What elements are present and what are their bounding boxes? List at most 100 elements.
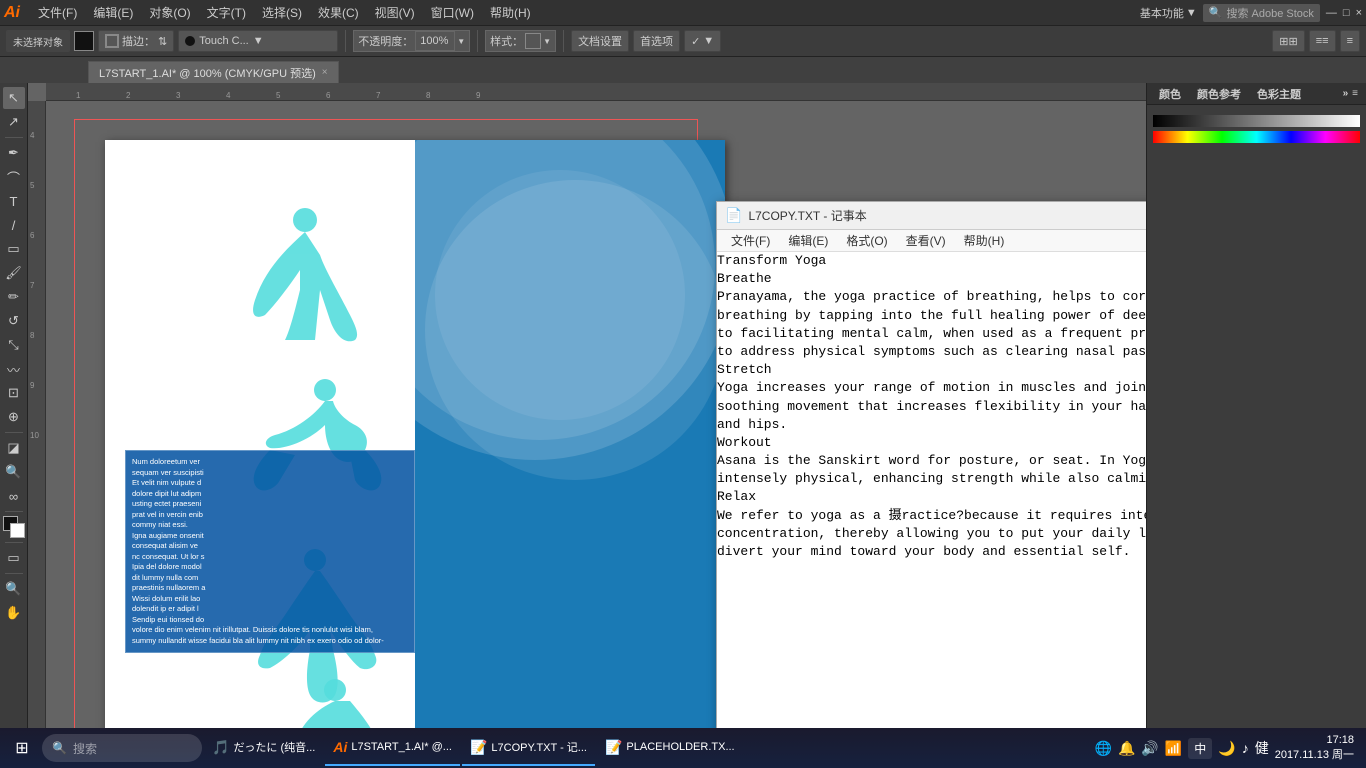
hue-gradient-bar[interactable]	[1153, 131, 1360, 143]
opacity-input[interactable]	[415, 31, 455, 51]
taskbar-music-app[interactable]: 🎵 だったに (纯音...	[204, 730, 323, 766]
warp-tool[interactable]: 〰	[3, 358, 25, 380]
active-document-tab[interactable]: L7START_1.AI* @ 100% (CMYK/GPU 预选) ×	[88, 61, 339, 83]
line-tool[interactable]: /	[3, 214, 25, 236]
scale-tool[interactable]: ⤡	[3, 334, 25, 356]
ruler-tick: 2	[126, 91, 130, 100]
eyedropper-tool[interactable]: 🔍	[3, 461, 25, 483]
background-color[interactable]	[10, 523, 25, 538]
main-area: ↖ ↗ ✒ ⌒ T / ▭ 🖌 ✏ ↺ ⤡ 〰 ⊡ ⊕ ◪ 🔍 ∞ ▭ 🔍 ✋ …	[0, 83, 1366, 742]
pencil-tool[interactable]: ✏	[3, 286, 25, 308]
color-gradient-bar[interactable]	[1153, 115, 1360, 127]
menu-view[interactable]: 视图(V)	[367, 2, 423, 23]
paintbrush-tool[interactable]: 🖌	[3, 262, 25, 284]
taskbar-search[interactable]: 🔍 搜索	[42, 734, 202, 762]
notepad-content-wrapper	[717, 252, 1146, 740]
direct-selection-tool[interactable]: ↗	[3, 111, 25, 133]
restore-icon[interactable]: □	[1343, 7, 1350, 19]
color-panel-tab[interactable]: 颜色	[1155, 86, 1185, 102]
align-button[interactable]: ≡≡	[1309, 30, 1336, 52]
placeholder-app-label: PLACEHOLDER.TX...	[626, 741, 734, 753]
color-swatch-box[interactable]	[3, 516, 25, 538]
workspace-selector[interactable]: 基本功能 ▼	[1140, 5, 1197, 21]
stroke-tool[interactable]: 描边： ⇅	[98, 30, 174, 52]
zoom-tool[interactable]: 🔍	[3, 578, 25, 600]
tab-close-button[interactable]: ×	[322, 67, 328, 78]
panel-menu-icon[interactable]: ≡	[1352, 88, 1358, 99]
menu-file[interactable]: 文件(F)	[30, 2, 85, 23]
taskbar-notepad-app[interactable]: 📝 L7COPY.TXT - 记...	[462, 730, 595, 766]
artboard-left-panel: Num doloreetum ver sequam ver suscipisti…	[105, 140, 415, 742]
notepad-menu-help[interactable]: 帮助(H)	[956, 230, 1013, 251]
taskbar-illustrator-app[interactable]: Ai L7START_1.AI* @...	[325, 730, 460, 766]
opacity-control[interactable]: 不透明度： ▼	[353, 30, 470, 52]
color-guide-panel-tab[interactable]: 颜色参考	[1193, 86, 1245, 102]
stroke-label: 描边：	[122, 33, 155, 49]
panel-expand-icon[interactable]: »	[1343, 88, 1349, 99]
menu-window[interactable]: 窗口(W)	[423, 2, 482, 23]
hand-tool[interactable]: ✋	[3, 602, 25, 624]
ime-moon-icon[interactable]: 🌙	[1218, 740, 1235, 757]
color-panel-body	[1147, 105, 1366, 185]
color-themes-panel-tab[interactable]: 色彩主题	[1253, 86, 1305, 102]
close-icon[interactable]: ×	[1356, 7, 1362, 19]
artboard[interactable]: Num doloreetum ver sequam ver suscipisti…	[105, 140, 725, 742]
search-stock-bar[interactable]: 🔍 搜索 Adobe Stock	[1203, 4, 1320, 22]
notification-icon[interactable]: 🔔	[1118, 740, 1135, 757]
fill-swatch[interactable]	[74, 31, 94, 51]
notepad-menu-view[interactable]: 查看(V)	[898, 230, 954, 251]
notepad-app-label: L7COPY.TXT - 记...	[491, 739, 587, 755]
rotate-tool[interactable]: ↺	[3, 310, 25, 332]
menu-edit[interactable]: 编辑(E)	[85, 2, 141, 23]
blend-tool[interactable]: ∞	[3, 485, 25, 507]
selection-tool[interactable]: ↖	[3, 87, 25, 109]
free-transform-tool[interactable]: ⊡	[3, 382, 25, 404]
wifi-icon[interactable]: 📶	[1165, 740, 1182, 757]
style-arrow: ▼	[543, 37, 551, 46]
taskbar-clock[interactable]: 17:18 2017.11.13 周一	[1275, 733, 1354, 764]
search-icon: 🔍	[52, 741, 67, 755]
grid-view-button[interactable]: ⊞⊞	[1272, 30, 1304, 52]
stroke-width-input[interactable]: Touch C... ▼	[178, 30, 338, 52]
menu-select[interactable]: 选择(S)	[254, 2, 310, 23]
menu-help[interactable]: 帮助(H)	[482, 2, 539, 23]
extra-options-button[interactable]: ✓ ▼	[684, 30, 721, 52]
workspace-dropdown-icon: ▼	[1186, 7, 1197, 19]
more-button[interactable]: ≡	[1340, 30, 1360, 52]
minimize-icon[interactable]: —	[1326, 7, 1337, 19]
doc-settings-button[interactable]: 文档设置	[571, 30, 629, 52]
app-logo: Ai	[4, 4, 20, 22]
pen-tool[interactable]: ✒	[3, 142, 25, 164]
ime-music-icon[interactable]: ♪	[1242, 740, 1249, 756]
deco-circle-1	[415, 140, 715, 440]
volume-icon[interactable]: 🔊	[1141, 740, 1158, 757]
music-app-icon: 🎵	[212, 739, 229, 756]
taskbar-placeholder-app[interactable]: 📝 PLACEHOLDER.TX...	[597, 730, 743, 766]
style-control[interactable]: 样式： ▼	[485, 30, 556, 52]
notepad-menu-edit[interactable]: 编辑(E)	[780, 230, 836, 251]
shape-builder-tool[interactable]: ⊕	[3, 406, 25, 428]
right-panels: 颜色 颜色参考 色彩主题 » ≡	[1146, 83, 1366, 742]
artboard-border: Num doloreetum ver sequam ver suscipisti…	[74, 119, 698, 742]
ime-keyboard-icon[interactable]: 健	[1255, 738, 1269, 758]
start-button[interactable]: ⊞	[4, 730, 40, 766]
tab-label: L7START_1.AI* @ 100% (CMYK/GPU 预选)	[99, 65, 316, 81]
rect-tool[interactable]: ▭	[3, 238, 25, 260]
separator-3	[563, 30, 564, 52]
network-icon[interactable]: 🌐	[1095, 740, 1112, 757]
menu-text[interactable]: 文字(T)	[199, 2, 254, 23]
color-panels-header[interactable]: 颜色 颜色参考 色彩主题 » ≡	[1147, 83, 1366, 105]
screen-mode-toggle[interactable]: ▭	[3, 547, 25, 569]
separator-1	[345, 30, 346, 52]
menu-object[interactable]: 对象(O)	[141, 2, 198, 23]
menu-effect[interactable]: 效果(C)	[310, 2, 367, 23]
preferences-button[interactable]: 首选项	[633, 30, 680, 52]
type-tool[interactable]: T	[3, 190, 25, 212]
notepad-textarea[interactable]	[717, 252, 1146, 740]
curvature-tool[interactable]: ⌒	[3, 166, 25, 188]
tool-sep-1	[5, 137, 23, 138]
language-indicator[interactable]: 中	[1188, 738, 1212, 759]
notepad-menu-format[interactable]: 格式(O)	[838, 230, 895, 251]
gradient-tool[interactable]: ◪	[3, 437, 25, 459]
notepad-menu-file[interactable]: 文件(F)	[723, 230, 778, 251]
